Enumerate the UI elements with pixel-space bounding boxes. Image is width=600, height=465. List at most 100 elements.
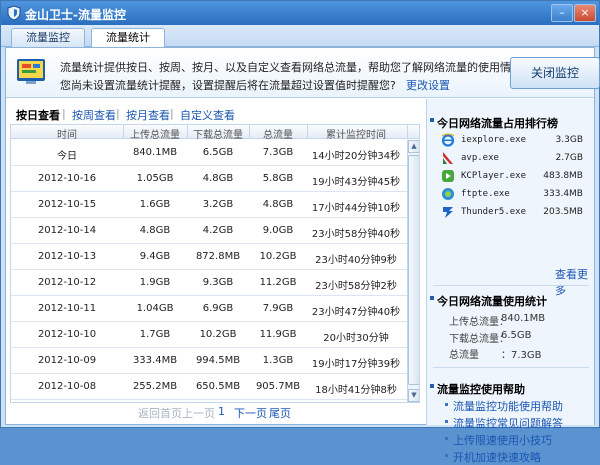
right-sidebar: 今日网络流量占用排行榜 iexplore.exe 3.3GB avp.exe 2… bbox=[426, 99, 594, 464]
help-link-upload-tips[interactable]: 上传限速使用小技巧 bbox=[445, 432, 552, 448]
usage-title: 今日网络流量使用统计 bbox=[430, 295, 547, 308]
rank-process-name: ftpte.exe bbox=[461, 189, 510, 199]
cell-upload: 9.4GB bbox=[139, 251, 171, 262]
next-page-link[interactable]: 下一页 bbox=[234, 405, 267, 421]
table-row[interactable]: 2012-10-07168.0MB702.6MB870.5MB19小时54分钟2… bbox=[11, 400, 407, 402]
table-row[interactable]: 2012-10-15 1.6GB 3.2GB 4.8GB 17小时44分钟10秒 bbox=[11, 192, 407, 218]
rank-item[interactable]: iexplore.exe 3.3GB bbox=[441, 133, 591, 149]
total-stat: 总流量 ：7.3GB bbox=[449, 346, 542, 361]
cell-time: 2012-10-08 bbox=[37, 381, 97, 392]
close-monitor-button[interactable]: 关闭监控 bbox=[510, 57, 600, 89]
minimize-button[interactable]: – bbox=[551, 4, 573, 22]
rank-item[interactable]: KCPlayer.exe 483.8MB bbox=[441, 169, 591, 185]
tab-traffic-monitor[interactable]: 流量监控 bbox=[11, 28, 85, 47]
col-header-download[interactable]: 下载总流量 bbox=[187, 126, 249, 141]
traffic-table: 时间 上传总流量 下载总流量 总流量 累计监控时间 今日 840.1MB 6.5GB… bbox=[10, 124, 420, 403]
scroll-thumb[interactable] bbox=[408, 155, 419, 385]
cell-total: 11.9GB bbox=[259, 329, 297, 340]
table-row[interactable]: 2012-10-13 9.4GB 872.8MB 10.2GB 23小时40分钟9秒 bbox=[11, 244, 407, 270]
shield-logo-icon bbox=[7, 5, 21, 21]
kcplayer-icon bbox=[442, 170, 454, 182]
col-header-upload[interactable]: 上传总流量 bbox=[123, 126, 187, 141]
cell-upload: 840.1MB bbox=[132, 147, 178, 158]
table-row[interactable]: 2012-10-14 4.8GB 4.2GB 9.0GB 23小时58分钟40秒 bbox=[11, 218, 407, 244]
rank-item[interactable]: avp.exe 2.7GB bbox=[441, 151, 591, 167]
view-by-week[interactable]: 按周查看 bbox=[72, 107, 116, 123]
tab-traffic-stats[interactable]: 流量统计 bbox=[91, 28, 165, 48]
cell-total: 7.9GB bbox=[262, 303, 294, 314]
table-row[interactable]: 2012-10-12 1.9GB 9.3GB 11.2GB 23小时58分钟2秒 bbox=[11, 270, 407, 296]
kaspersky-icon bbox=[443, 152, 453, 164]
table-row[interactable]: 2012-10-08 255.2MB 650.5MB 905.7MB 18小时41分钟8… bbox=[11, 374, 407, 400]
pagination: 返回首页 上一页 1 下一页 尾页 bbox=[6, 405, 424, 421]
window-title: 金山卫士-流量监控 bbox=[25, 8, 126, 22]
rank-process-value: 2.7GB bbox=[555, 153, 583, 163]
help-link-faq[interactable]: 流量监控常见问题解答 bbox=[445, 415, 563, 431]
scroll-down-icon[interactable]: ▼ bbox=[408, 389, 419, 402]
rank-item[interactable]: ftpte.exe 333.4MB bbox=[441, 187, 591, 203]
change-settings-link[interactable]: 更改设置 bbox=[406, 77, 450, 93]
view-custom[interactable]: 自定义查看 bbox=[180, 107, 235, 123]
table-row[interactable]: 2012-10-16 1.05GB 4.8GB 5.8GB 19小时43分钟45秒 bbox=[11, 166, 407, 192]
cell-download: 4.8GB bbox=[202, 173, 234, 184]
view-by-day[interactable]: 按日查看 bbox=[16, 107, 60, 123]
last-page-link[interactable]: 尾页 bbox=[269, 405, 291, 421]
cell-upload: 1.05GB bbox=[136, 173, 174, 184]
cell-upload: 1.04GB bbox=[136, 303, 174, 314]
help-link-boot-guide[interactable]: 开机加速快速攻略 bbox=[445, 449, 541, 465]
title-bar[interactable]: 金山卫士-流量监控 – × bbox=[1, 1, 599, 25]
upload-total-value: 840.1MB bbox=[501, 313, 546, 324]
cell-download: 10.2GB bbox=[199, 329, 237, 340]
stats-panel: 流量统计提供按日、按周、按月、以及自定义查看网络总流量，帮助您了解网络流量的使用… bbox=[5, 47, 600, 464]
help-link-usage[interactable]: 流量监控功能使用帮助 bbox=[445, 398, 563, 414]
help-title: 流量监控使用帮助 bbox=[430, 383, 525, 396]
total-value: ：7.3GB bbox=[501, 350, 542, 361]
close-window-button[interactable]: × bbox=[574, 4, 596, 22]
cell-time: 2012-10-15 bbox=[37, 199, 97, 210]
cell-download: 3.2GB bbox=[202, 199, 234, 210]
column-divider bbox=[307, 125, 308, 139]
prev-page-link[interactable]: 上一页 bbox=[182, 405, 215, 421]
rank-process-value: 483.8MB bbox=[543, 171, 583, 181]
tab-bar: 流量监控 流量统计 bbox=[1, 25, 599, 48]
upload-total-label: 上传总流量： bbox=[449, 317, 509, 328]
first-page-link[interactable]: 返回首页 bbox=[138, 405, 182, 421]
table-row[interactable]: 2012-10-10 1.7GB 10.2GB 11.9GB 20小时30分钟 bbox=[11, 322, 407, 348]
cell-time: 2012-10-11 bbox=[37, 303, 97, 314]
table-row[interactable]: 2012-10-11 1.04GB 6.9GB 7.9GB 23小时47分钟40秒 bbox=[11, 296, 407, 322]
cell-duration: 14小时20分钟34秒 bbox=[311, 151, 401, 162]
column-divider bbox=[407, 125, 408, 139]
cell-download: 6.5GB bbox=[202, 147, 234, 158]
cell-download: 994.5MB bbox=[195, 355, 241, 366]
cell-download: 9.3GB bbox=[202, 277, 234, 288]
stats-list-area: 按日查看 | 按周查看 | 按月查看 | 自定义查看 时间 上传总流量 下载总流… bbox=[6, 99, 424, 425]
mode-separator: | bbox=[170, 107, 174, 120]
table-row[interactable]: 今日 840.1MB 6.5GB 7.3GB 14小时20分钟34秒 bbox=[11, 140, 407, 166]
col-header-time[interactable]: 时间 bbox=[11, 126, 123, 141]
view-by-month[interactable]: 按月查看 bbox=[126, 107, 170, 123]
cell-total: 5.8GB bbox=[262, 173, 294, 184]
table-scrollbar[interactable]: ▲ ▼ bbox=[407, 140, 419, 402]
mode-separator: | bbox=[116, 107, 120, 120]
table-row[interactable]: 2012-10-09 333.4MB 994.5MB 1.3GB 19小时17分钟39秒 bbox=[11, 348, 407, 374]
col-header-duration[interactable]: 累计监控时间 bbox=[307, 126, 405, 141]
rank-item[interactable]: Thunder5.exe 203.5MB bbox=[441, 205, 591, 221]
cell-duration: 23小时47分钟40秒 bbox=[311, 307, 401, 318]
current-page: 1 bbox=[218, 405, 225, 418]
cell-download: 6.9GB bbox=[202, 303, 234, 314]
rank-process-value: 203.5MB bbox=[543, 207, 583, 217]
download-total-stat: 下载总流量： 6.5GB bbox=[449, 330, 532, 345]
table-body: 今日 840.1MB 6.5GB 7.3GB 14小时20分钟34秒 2012-10-16… bbox=[11, 140, 407, 402]
banner-reminder-note: 您尚未设置流量统计提醒，设置提醒后将在流量超过设置值时提醒您? bbox=[60, 79, 396, 92]
rank-process-value: 3.3GB bbox=[555, 135, 583, 145]
cell-total: 10.2GB bbox=[259, 251, 297, 262]
col-header-total[interactable]: 总流量 bbox=[249, 126, 307, 141]
section-divider bbox=[433, 367, 589, 368]
cell-duration: 20小时30分钟 bbox=[323, 333, 389, 344]
scroll-up-icon[interactable]: ▲ bbox=[408, 140, 419, 153]
cell-duration: 19小时43分钟45秒 bbox=[311, 177, 401, 188]
section-divider bbox=[433, 285, 589, 286]
cell-total: 9.0GB bbox=[262, 225, 294, 236]
see-more-link[interactable]: 查看更多 bbox=[555, 266, 594, 298]
mode-separator: | bbox=[62, 107, 66, 120]
